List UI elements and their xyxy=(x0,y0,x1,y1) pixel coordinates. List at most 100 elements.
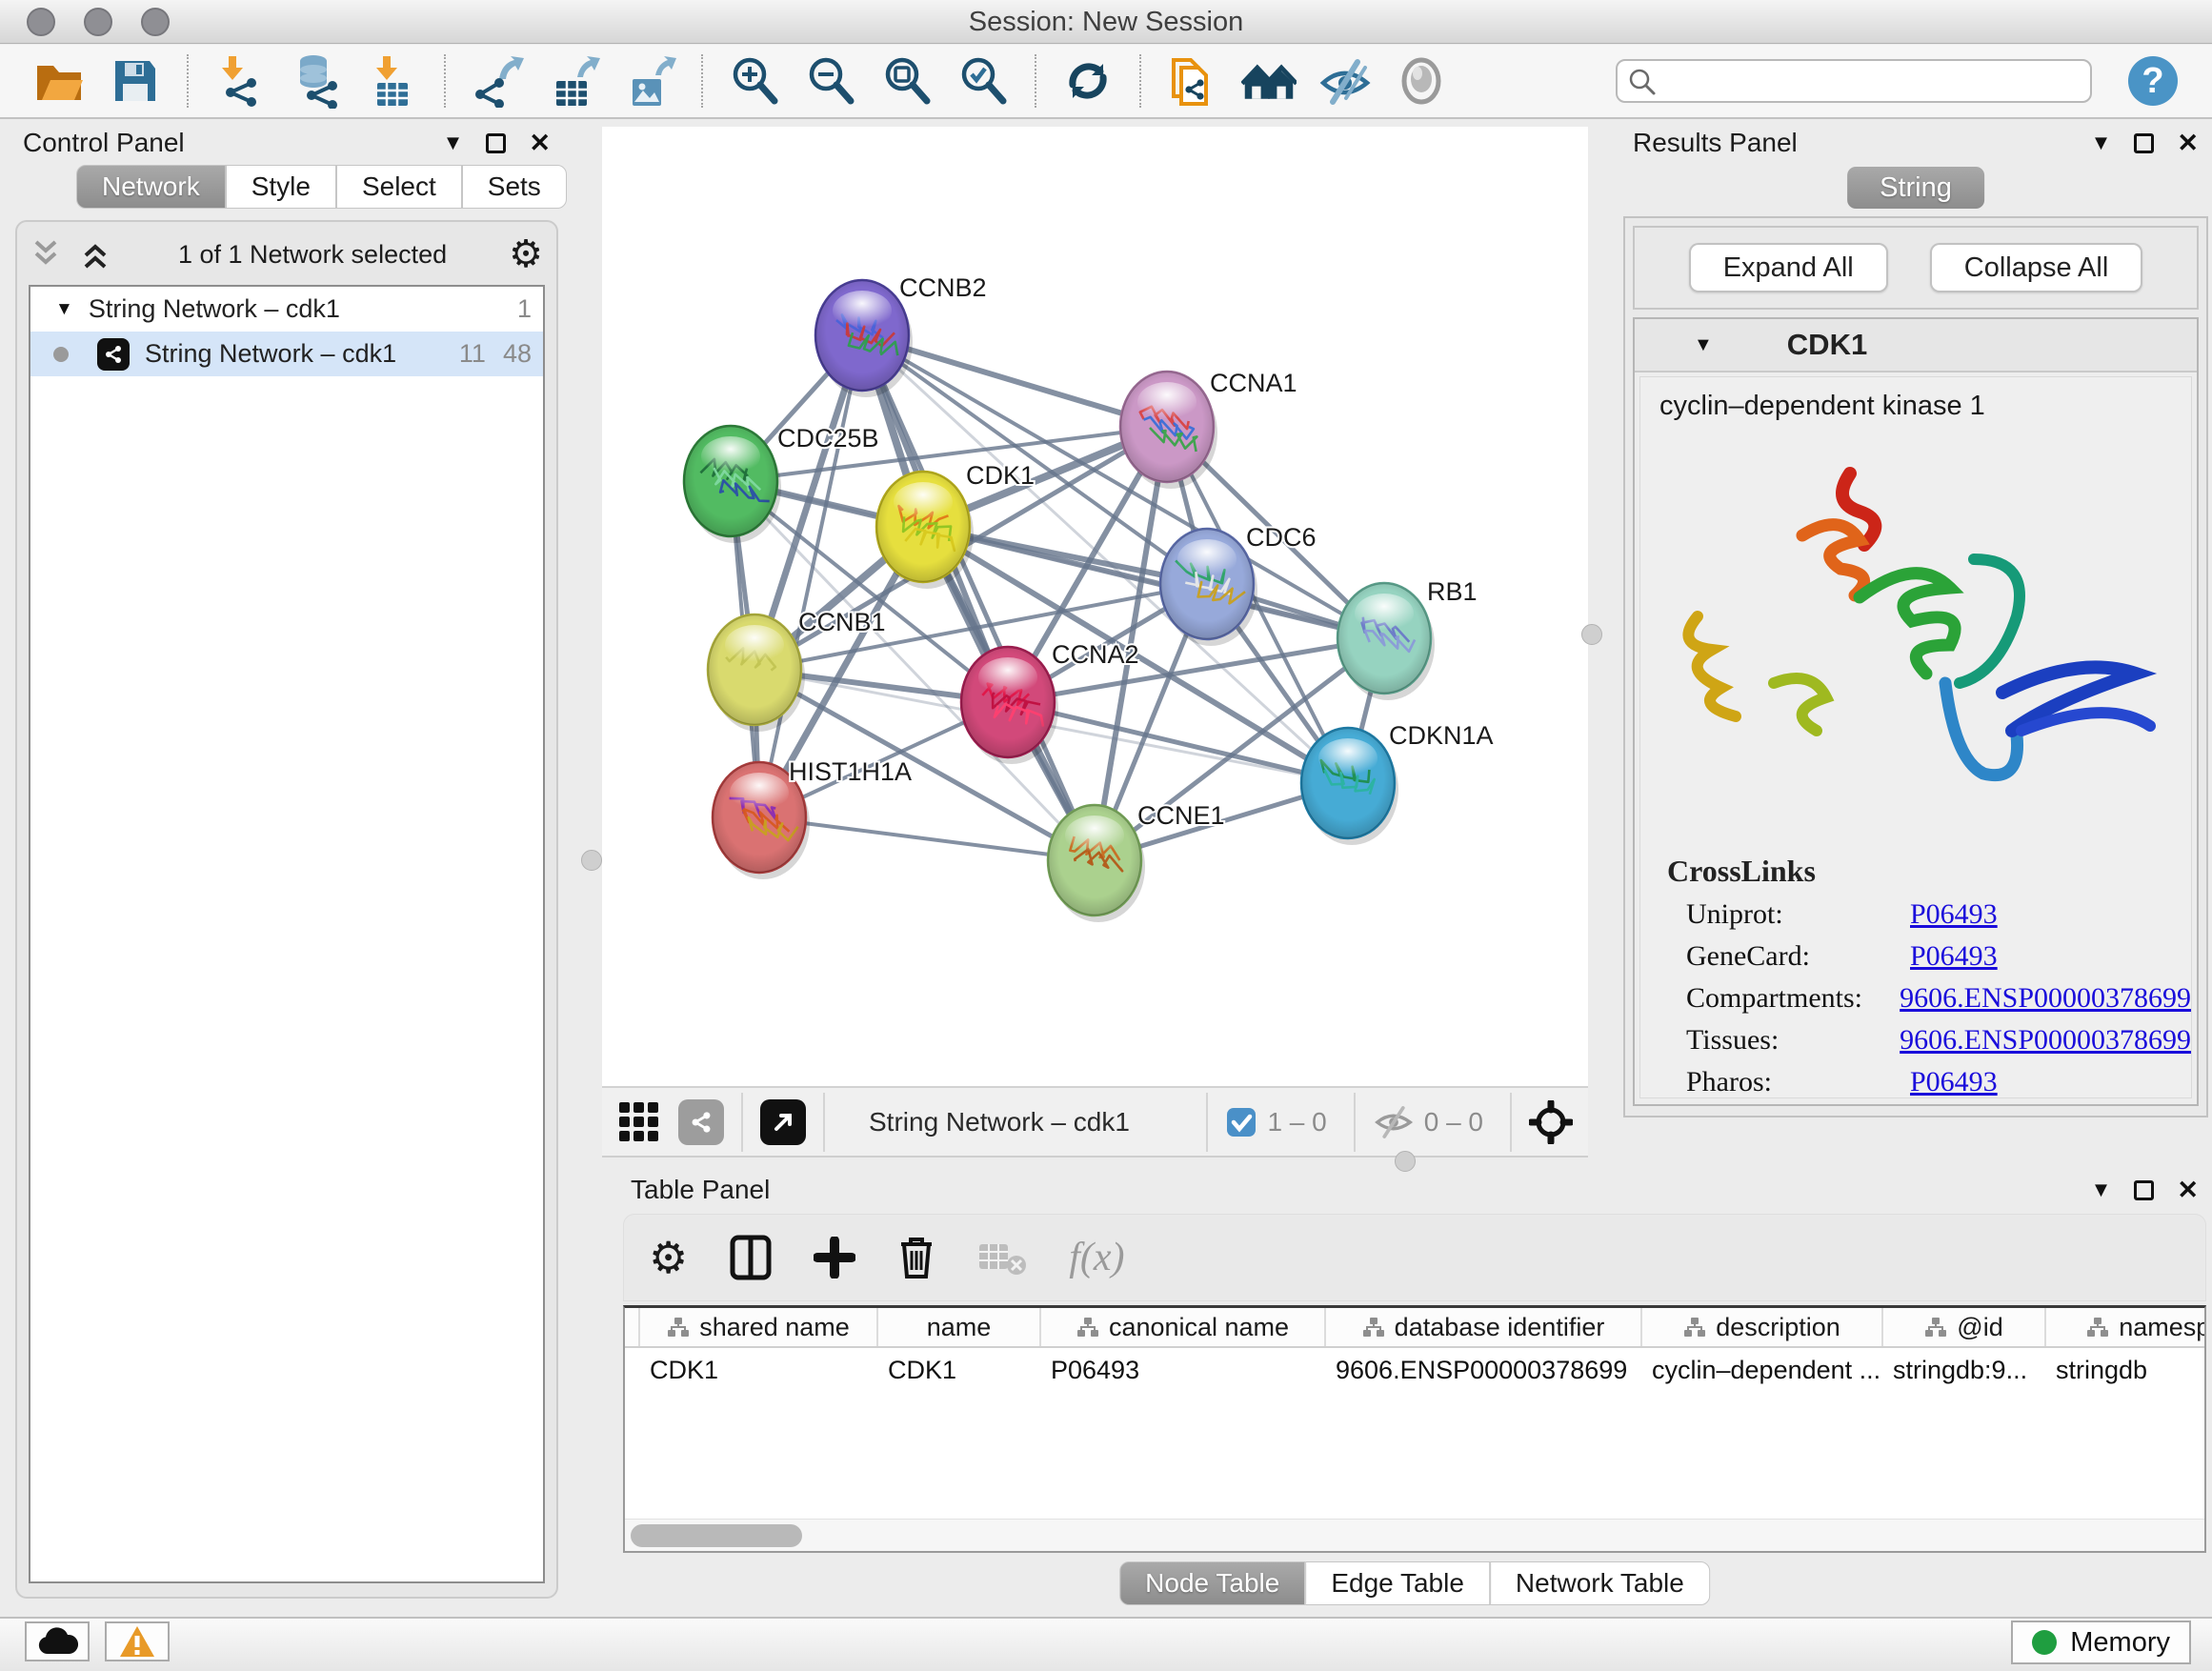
gene-section-header[interactable]: ▼ CDK1 xyxy=(1635,319,2197,372)
table-panel-menu-icon[interactable]: ▼ xyxy=(2091,1179,2112,1200)
tab-string[interactable]: String xyxy=(1847,167,1984,209)
table-cell[interactable]: stringdb xyxy=(2046,1348,2206,1392)
tab-network-table[interactable]: Network Table xyxy=(1490,1561,1710,1605)
detach-view-button[interactable] xyxy=(760,1099,806,1145)
grid-view-icon[interactable] xyxy=(617,1100,661,1144)
column-header-database-identifier[interactable]: database identifier xyxy=(1326,1308,1642,1346)
show-columns-icon[interactable] xyxy=(730,1235,772,1280)
table-options-gear-icon[interactable]: ⚙ xyxy=(649,1236,688,1279)
column-header-canonical-name[interactable]: canonical name xyxy=(1041,1308,1326,1346)
memory-button[interactable]: Memory xyxy=(2011,1621,2191,1664)
toolbar-divider xyxy=(1510,1093,1512,1152)
left-splitter-grip[interactable] xyxy=(581,850,602,871)
expand-all-button[interactable]: Expand All xyxy=(1689,243,1888,292)
results-panel-menu-icon[interactable]: ▼ xyxy=(2091,132,2112,153)
tab-style[interactable]: Style xyxy=(226,165,336,209)
table-cell[interactable]: CDK1 xyxy=(640,1348,878,1392)
node-CCNB2[interactable]: CCNB2 xyxy=(815,273,987,397)
edge-CCNB2-HIST1H1A[interactable] xyxy=(759,335,862,817)
collapse-all-button[interactable]: Collapse All xyxy=(1930,243,2143,292)
collapse-all-icon[interactable] xyxy=(30,238,67,271)
import-table-button[interactable] xyxy=(365,53,420,109)
delete-column-icon[interactable] xyxy=(897,1235,935,1280)
node-CDKN1A[interactable]: CDKN1A xyxy=(1301,721,1494,845)
open-session-button[interactable] xyxy=(31,53,87,109)
column-header-description[interactable]: description xyxy=(1642,1308,1883,1346)
node-CDK1[interactable]: CDK1 xyxy=(876,461,1035,589)
node-RB1[interactable]: RB1 xyxy=(1337,577,1478,700)
gene-expand-icon[interactable]: ▼ xyxy=(1694,335,1713,354)
column-header-name[interactable]: name xyxy=(878,1308,1041,1346)
crosslink-link[interactable]: P06493 xyxy=(1910,898,1998,931)
memory-status-dot xyxy=(2032,1630,2057,1655)
node-CCNB1[interactable]: CCNB1 xyxy=(708,608,886,732)
table-panel-close-icon[interactable]: ✕ xyxy=(2177,1178,2199,1203)
table-cell[interactable]: 9606.ENSP00000378699 xyxy=(1326,1348,1642,1392)
table-cell[interactable]: P06493 xyxy=(1041,1348,1326,1392)
results-panel-close-icon[interactable]: ✕ xyxy=(2177,131,2199,156)
export-table-button[interactable] xyxy=(546,53,601,109)
horizontal-splitter-grip[interactable] xyxy=(1395,1151,1416,1172)
search-input[interactable] xyxy=(1616,59,2092,103)
save-session-button[interactable] xyxy=(108,53,163,109)
zoom-out-icon xyxy=(803,53,858,109)
crosshair-icon[interactable] xyxy=(1529,1100,1573,1144)
table-panel-float-icon[interactable] xyxy=(2134,1180,2154,1200)
table-cell[interactable]: stringdb:9... xyxy=(1883,1348,2046,1392)
tab-network[interactable]: Network xyxy=(76,165,226,209)
node-label-CCNA1: CCNA1 xyxy=(1210,369,1297,397)
network-birdseye-toggle[interactable] xyxy=(678,1099,724,1145)
selected-checkbox-icon[interactable] xyxy=(1225,1106,1257,1138)
import-network-button[interactable] xyxy=(212,53,268,109)
home-view-button[interactable] xyxy=(1241,53,1297,109)
crosslink-link[interactable]: 9606.ENSP00000378699 xyxy=(1900,1024,2191,1057)
export-image-button[interactable] xyxy=(622,53,677,109)
show-all-button[interactable] xyxy=(1394,53,1449,109)
hide-selected-button[interactable] xyxy=(1317,53,1373,109)
column-header--id[interactable]: @id xyxy=(1883,1308,2046,1346)
control-panel-menu-icon[interactable]: ▼ xyxy=(443,132,464,153)
table-cell[interactable]: CDK1 xyxy=(878,1348,1041,1392)
collection-expand-icon[interactable]: ▼ xyxy=(55,300,73,318)
control-panel: Control Panel ▼ ✕ NetworkStyleSelectSets… xyxy=(10,125,564,1612)
expand-all-icon[interactable] xyxy=(80,238,116,271)
network-row[interactable]: String Network – cdk1 11 48 xyxy=(30,332,543,376)
help-button[interactable]: ? xyxy=(2125,53,2181,109)
tab-sets[interactable]: Sets xyxy=(462,165,567,209)
zoom-out-button[interactable] xyxy=(803,53,858,109)
export-network-button[interactable] xyxy=(470,53,525,109)
zoom-selected-button[interactable] xyxy=(955,53,1011,109)
column-header-shared-name[interactable]: shared name xyxy=(640,1308,878,1346)
crosslink-link[interactable]: P06493 xyxy=(1910,1066,1998,1098)
table-row[interactable]: CDK1CDK1P064939606.ENSP00000378699cyclin… xyxy=(625,1348,2204,1392)
table-horizontal-scrollbar[interactable] xyxy=(625,1519,2204,1551)
results-panel-float-icon[interactable] xyxy=(2134,133,2154,153)
column-header-namespace[interactable]: namespace xyxy=(2046,1308,2206,1346)
tab-node-table[interactable]: Node Table xyxy=(1119,1561,1305,1605)
table-cell[interactable]: cyclin–dependent ... xyxy=(1642,1348,1883,1392)
node-CCNE1[interactable]: CCNE1 xyxy=(1048,801,1225,922)
node-CDC25B[interactable]: CDC25B xyxy=(684,424,879,543)
hidden-eye-icon[interactable] xyxy=(1373,1105,1415,1139)
import-network-from-database-button[interactable] xyxy=(289,53,344,109)
crosslink-link[interactable]: 9606.ENSP00000378699 xyxy=(1900,982,2191,1015)
node-HIST1H1A[interactable]: HIST1H1A xyxy=(713,757,912,879)
table-type-tabs: Node TableEdge TableNetwork Table xyxy=(1119,1561,1710,1605)
zoom-fit-button[interactable] xyxy=(879,53,935,109)
cloud-status-button[interactable] xyxy=(25,1621,90,1661)
network-options-gear-icon[interactable]: ⚙ xyxy=(509,235,543,273)
crosslink-link[interactable]: P06493 xyxy=(1910,940,1998,973)
add-column-icon[interactable] xyxy=(814,1237,855,1278)
network-canvas[interactable]: CCNB2CCNA1CDC25BCDK1CDC6RB1CCNB1CCNA2CDK… xyxy=(602,127,1588,1086)
warnings-button[interactable] xyxy=(105,1621,170,1661)
refresh-button[interactable] xyxy=(1060,53,1116,109)
tab-select[interactable]: Select xyxy=(336,165,462,209)
control-panel-close-icon[interactable]: ✕ xyxy=(529,131,551,156)
clone-network-button[interactable] xyxy=(1165,53,1220,109)
control-panel-float-icon[interactable] xyxy=(486,133,506,153)
zoom-in-button[interactable] xyxy=(727,53,782,109)
tab-edge-table[interactable]: Edge Table xyxy=(1305,1561,1490,1605)
network-collection-row[interactable]: ▼ String Network – cdk1 1 xyxy=(30,287,543,332)
scrollbar-thumb[interactable] xyxy=(631,1524,802,1547)
right-splitter-grip[interactable] xyxy=(1581,624,1602,645)
